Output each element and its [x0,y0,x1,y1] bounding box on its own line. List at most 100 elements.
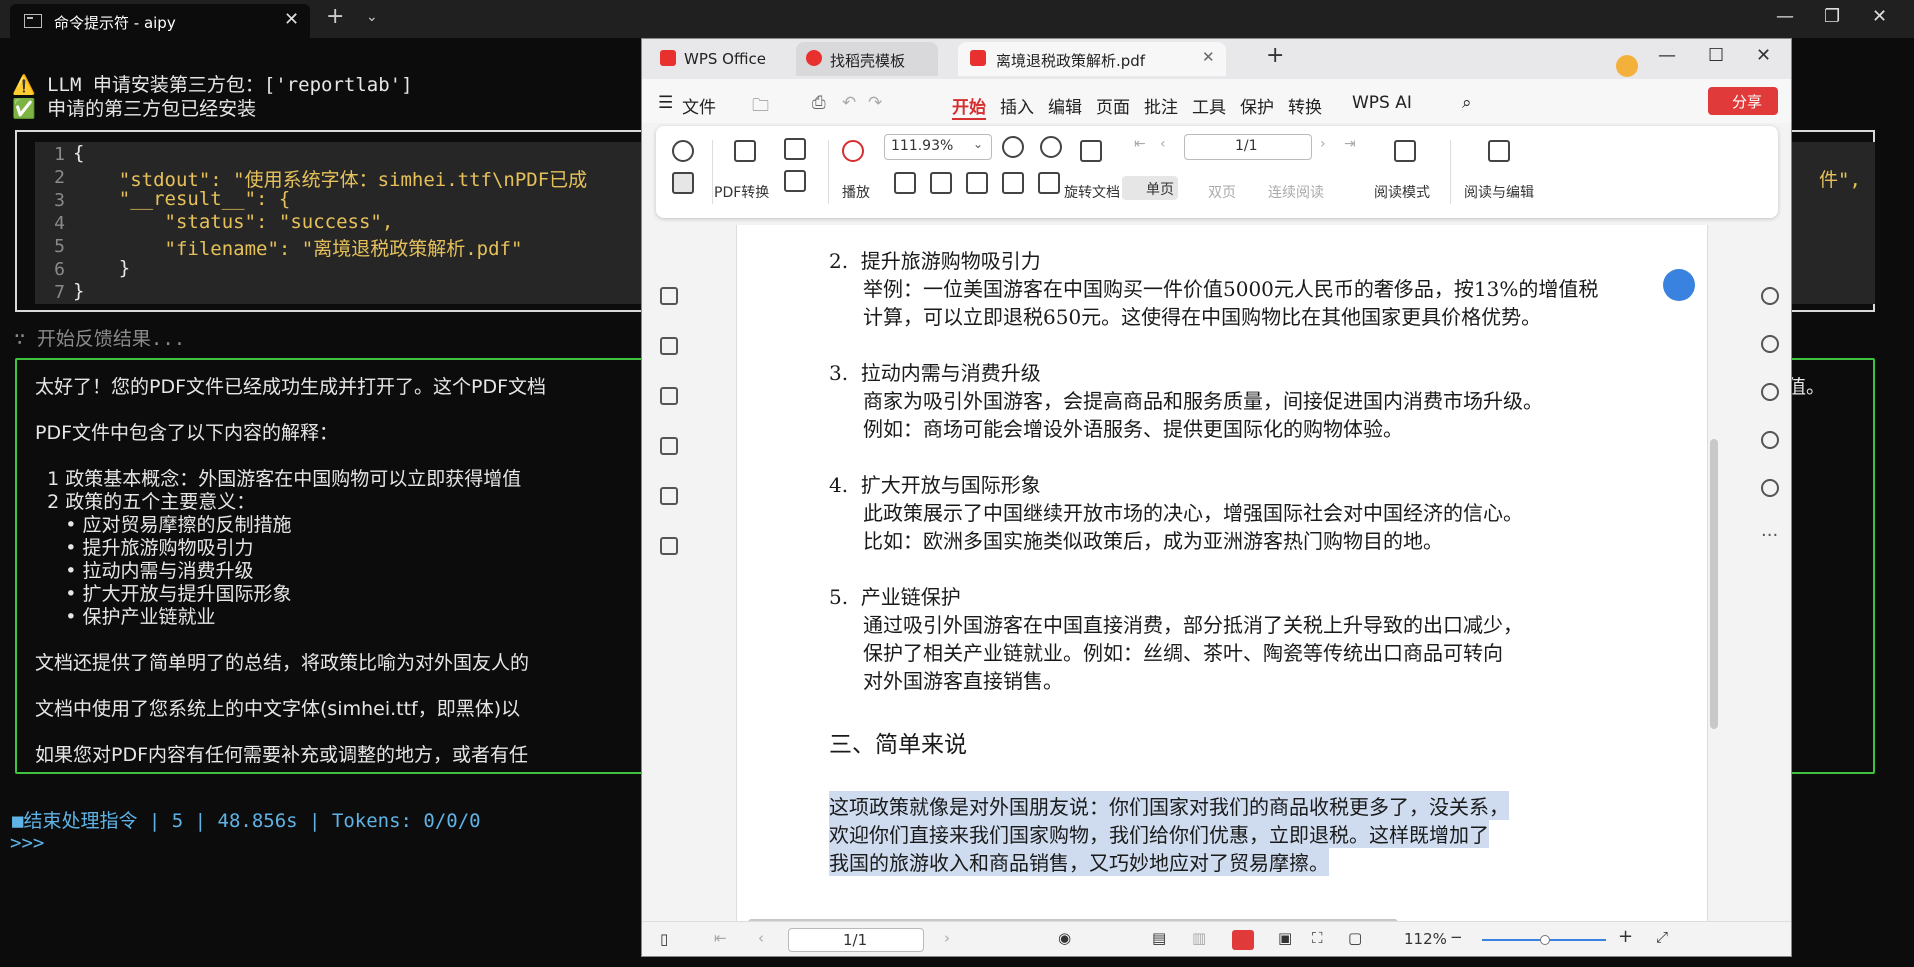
image-convert-icon[interactable] [784,138,806,160]
tab-template[interactable]: 找稻壳模板 [796,42,938,76]
paragraph-line: 商家为吸引外国游客，会提高商品和服务质量，间接促进国内消费市场升级。 [863,389,1543,413]
read-edit-label[interactable]: 阅读与编辑 [1464,182,1534,202]
more-icon[interactable]: ··· [1761,525,1778,546]
fit-page-icon[interactable]: ⛶ [1312,929,1323,947]
menu-page[interactable]: 页面 [1096,93,1130,118]
menu-insert[interactable]: 插入 [1000,93,1034,118]
menu-file[interactable]: 文件 [682,93,716,118]
open-icon[interactable]: 🗀 [752,93,769,122]
translate-icon[interactable] [1761,335,1779,353]
menu-convert[interactable]: 转换 [1288,93,1322,118]
rotate-left-icon[interactable] [1002,172,1024,194]
single-page-icon[interactable]: ▤ [1152,929,1166,947]
signature-icon[interactable] [660,487,678,505]
menu-edit[interactable]: 编辑 [1048,93,1082,118]
continuous-read-label[interactable]: 连续阅读 [1268,182,1324,202]
ai-assistant-icon[interactable] [1663,269,1695,301]
menu-wps-ai[interactable]: WPS AI [1352,93,1412,113]
attachment-icon[interactable] [660,437,678,455]
page-input[interactable]: 1/1 [1184,134,1312,160]
close-tab-icon[interactable]: ✕ [284,9,299,30]
close-window-icon[interactable]: ✕ [1756,45,1771,66]
double-page-label[interactable]: 双页 [1208,182,1236,202]
pdf-convert-icon[interactable] [734,140,756,162]
new-tab-icon[interactable]: + [326,4,344,29]
rotate-right-icon[interactable] [1038,172,1060,194]
minimize-icon[interactable]: — [1658,45,1676,66]
close-window-icon[interactable]: ✕ [1872,6,1887,27]
zoom-out-icon[interactable] [1002,136,1024,158]
first-page-icon[interactable]: ⇤ [714,929,727,947]
actual-size-icon[interactable] [894,172,916,194]
menu-icon[interactable]: ☰ [658,93,673,113]
eye-icon[interactable]: ◉ [1058,929,1071,947]
select-tool-icon[interactable] [672,172,694,194]
share-button[interactable]: 分享 [1708,87,1778,115]
next-page-icon[interactable]: › [1320,136,1326,152]
minimize-icon[interactable]: — [1776,6,1794,27]
scroll-thumb[interactable] [1710,439,1718,729]
maximize-icon[interactable]: ☐ [1708,45,1724,66]
close-tab-icon[interactable]: ✕ [1202,48,1215,66]
zoom-in-icon[interactable]: + [1618,926,1633,947]
status-zoom-value[interactable]: 112% [1404,930,1447,948]
first-page-icon[interactable]: ⇤ [1134,136,1154,152]
settings-icon[interactable] [1761,383,1779,401]
chevron-down-icon[interactable]: ⌄ [366,9,378,25]
pdf-page[interactable]: 2. 提升旅游购物吸引力 举例：一位美国游客在中国购买一件价值5000元人民币的… [736,225,1708,943]
bookmark-icon[interactable] [660,287,678,305]
next-page-icon[interactable]: › [944,929,950,947]
zoom-slider[interactable] [1482,935,1606,945]
tab-pdf[interactable]: 离境退税政策解析.pdf ✕ [958,42,1226,76]
sidebar-toggle-icon[interactable]: ▯ [660,930,668,948]
undo-icon[interactable]: ↶ [842,93,856,113]
search-icon[interactable]: ⌕ [1462,93,1472,113]
menu-tools[interactable]: 工具 [1192,93,1226,118]
copy-icon[interactable] [784,170,806,192]
hand-tool-icon[interactable] [672,140,694,162]
search-icon[interactable] [1761,287,1779,305]
zoom-out-icon[interactable]: − [1450,928,1463,946]
play-icon[interactable] [1232,930,1254,950]
read-mode-label[interactable]: 阅读模式 [1374,182,1430,202]
terminal-tab[interactable]: 命令提示符 - aipy ✕ [10,4,310,38]
menu-start[interactable]: 开始 [952,93,986,120]
page-value: 1/1 [1235,138,1258,154]
last-page-icon[interactable]: ⇥ [1344,136,1356,152]
fit-width-icon[interactable] [966,172,988,194]
double-page-icon[interactable]: ▥ [1192,929,1206,947]
menu-protect[interactable]: 保护 [1240,93,1274,118]
fullscreen-icon[interactable]: ⤢ [1656,928,1668,946]
comment-icon[interactable] [660,387,678,405]
crop-icon[interactable]: ▢ [1348,929,1362,947]
read-mode-icon[interactable] [1394,140,1416,162]
avatar[interactable] [1616,55,1638,77]
command-prompt[interactable]: >>> [10,832,44,854]
thumbnail-icon[interactable] [660,337,678,355]
help-icon[interactable] [1761,479,1779,497]
book-icon[interactable] [1761,431,1779,449]
vertical-scrollbar[interactable] [1707,229,1721,939]
play-label[interactable]: 播放 [842,182,870,202]
maximize-icon[interactable]: ❐ [1824,6,1840,27]
zoom-slider-handle[interactable] [1540,935,1550,945]
pdf-convert-label[interactable]: PDF转换 [714,182,769,202]
prev-page-icon[interactable]: ‹ [1160,136,1166,152]
layers-icon[interactable] [660,537,678,555]
play-icon[interactable] [842,140,864,162]
tab-wps-office[interactable]: WPS Office [650,42,790,76]
rotate-doc-label[interactable]: 旋转文档 [1064,182,1120,202]
status-page-input[interactable]: 1/1 [788,928,924,952]
fit-page-icon[interactable] [930,172,952,194]
menu-annotate[interactable]: 批注 [1144,93,1178,118]
read-edit-icon[interactable] [1488,140,1510,162]
prev-page-icon[interactable]: ‹ [758,929,764,947]
zoom-select[interactable]: 111.93% ⌄ [884,134,992,160]
print-icon[interactable]: ⎙ [812,93,826,113]
new-tab-icon[interactable]: + [1266,43,1284,68]
redo-icon[interactable]: ↷ [868,93,882,113]
single-page-button[interactable]: 单页 [1122,176,1178,200]
rotate-doc-icon[interactable] [1080,140,1102,162]
zoom-in-icon[interactable] [1040,136,1062,158]
fit-width-icon[interactable]: ▣ [1278,929,1292,947]
